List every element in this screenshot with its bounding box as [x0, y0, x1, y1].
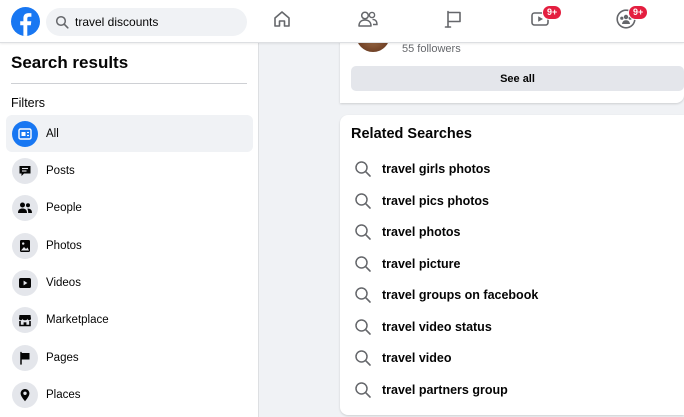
related-search-text: travel partners group	[382, 383, 508, 397]
search-icon	[354, 255, 372, 273]
nav-groups-button[interactable]: 9+	[611, 5, 649, 36]
related-search-text: travel groups on facebook	[382, 288, 539, 302]
all-results-icon	[12, 120, 38, 147]
filter-label-marketplace: Marketplace	[46, 313, 109, 326]
filter-item-pages[interactable]: Pages	[6, 339, 253, 376]
see-all-button[interactable]: See all	[351, 66, 684, 91]
groups-notification-badge: 9+	[628, 5, 649, 20]
related-search-item[interactable]: travel groups on facebook	[354, 284, 538, 306]
filter-label-photos: Photos	[46, 239, 82, 252]
related-search-item[interactable]: travel pics photos	[354, 190, 489, 212]
location-pin-icon	[12, 381, 38, 408]
search-input[interactable]	[75, 12, 235, 32]
filter-item-videos[interactable]: Videos	[6, 264, 253, 301]
related-search-text: travel video	[382, 351, 452, 365]
nav-watch-button[interactable]: 9+	[525, 5, 563, 36]
people-icon	[12, 194, 38, 221]
search-icon	[354, 318, 372, 336]
related-searches-title: Related Searches	[351, 126, 472, 142]
filter-label-all: All	[46, 127, 59, 140]
related-searches-card: Related Searches travel girls photos tra…	[340, 115, 684, 415]
search-icon	[354, 381, 372, 399]
related-search-item[interactable]: travel girls photos	[354, 158, 490, 180]
related-search-item[interactable]: travel video status	[354, 316, 492, 338]
sidebar-divider	[11, 83, 247, 84]
nav-home-button[interactable]	[267, 6, 297, 36]
search-icon	[354, 192, 372, 210]
home-icon	[272, 9, 292, 34]
filter-label-videos: Videos	[46, 276, 81, 289]
related-search-text: travel picture	[382, 257, 461, 271]
filter-item-photos[interactable]: Photos	[6, 227, 253, 264]
search-results-sidebar: Search results Filters All Posts People …	[0, 43, 259, 417]
filter-label-posts: Posts	[46, 164, 75, 177]
related-search-text: travel girls photos	[382, 162, 491, 176]
search-icon	[354, 286, 372, 304]
videos-icon	[12, 269, 38, 296]
flag-icon	[12, 344, 38, 371]
filter-item-all[interactable]: All	[6, 115, 253, 152]
related-search-item[interactable]: travel video	[354, 347, 451, 369]
related-search-item[interactable]: travel partners group	[354, 379, 508, 401]
followers-count: 55 followers	[402, 43, 461, 55]
filter-item-people[interactable]: People	[6, 189, 253, 226]
search-box[interactable]	[46, 8, 247, 36]
search-icon	[354, 160, 372, 178]
search-icon	[354, 223, 372, 241]
nav-pages-button[interactable]	[439, 6, 469, 36]
filters-heading: Filters	[11, 96, 46, 110]
filter-label-places: Places	[46, 388, 81, 401]
filter-item-marketplace[interactable]: Marketplace	[6, 301, 253, 338]
nav-friends-button[interactable]	[353, 6, 383, 36]
search-icon	[55, 15, 69, 29]
filter-label-pages: Pages	[46, 351, 79, 364]
related-search-item[interactable]: travel picture	[354, 253, 461, 275]
photos-icon	[12, 232, 38, 259]
flag-icon	[444, 9, 464, 34]
related-search-text: travel photos	[382, 225, 461, 239]
marketplace-icon	[12, 306, 38, 333]
filter-label-people: People	[46, 201, 82, 214]
related-search-text: travel video status	[382, 320, 492, 334]
filter-item-places[interactable]: Places	[6, 376, 253, 413]
posts-icon	[12, 157, 38, 184]
search-icon	[354, 349, 372, 367]
related-search-item[interactable]: travel photos	[354, 221, 461, 243]
filter-item-posts[interactable]: Posts	[6, 152, 253, 189]
sidebar-title: Search results	[11, 53, 129, 72]
friends-icon	[357, 9, 379, 34]
top-navigation-bar: 9+ 9+	[0, 0, 684, 43]
facebook-logo[interactable]	[11, 7, 40, 36]
related-search-text: travel pics photos	[382, 194, 489, 208]
watch-notification-badge: 9+	[542, 5, 563, 20]
